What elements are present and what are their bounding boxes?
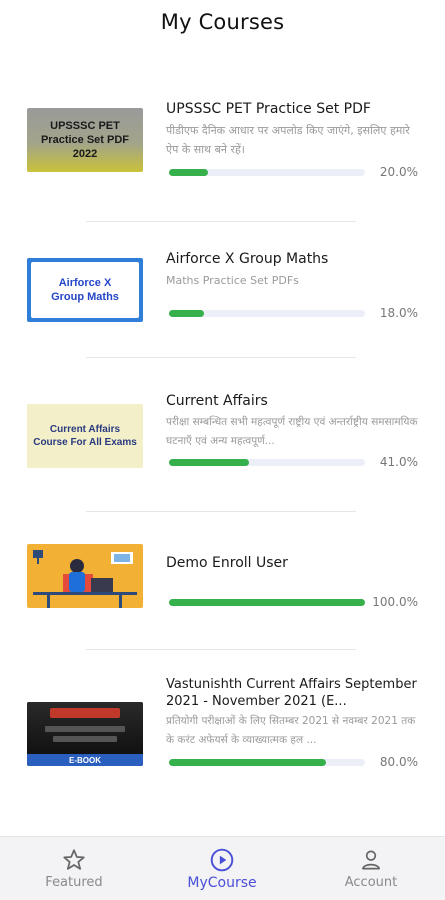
tab-featured[interactable]: Featured (0, 837, 148, 900)
thumbnail-text: Airforce X Group Maths (31, 262, 139, 318)
progress-track (169, 169, 365, 176)
tab-mycourse[interactable]: MyCourse (148, 837, 296, 900)
progress-bar: 20.0% (166, 165, 418, 180)
progress-bar: 41.0% (166, 455, 418, 470)
person-at-desk-illustration (33, 550, 137, 608)
thumbnail-text: UPSSSC PET Practice Set PDF 2022 (40, 120, 130, 160)
bottom-tab-bar: Featured MyCourse Account (0, 836, 445, 900)
star-icon (63, 849, 85, 870)
course-card-demo-enroll[interactable]: Demo Enroll User 100.0% (0, 512, 445, 650)
tab-label: Account (344, 875, 398, 890)
course-title[interactable]: Airforce X Group Maths (166, 250, 418, 269)
course-thumbnail[interactable] (27, 544, 143, 608)
thumbnail-ebook-label: E-BOOK (27, 754, 143, 766)
tab-label: Featured (45, 875, 103, 890)
progress-bar: 80.0% (166, 755, 418, 770)
progress-percent: 18.0% (379, 306, 418, 320)
tab-label: MyCourse (187, 875, 257, 891)
progress-percent: 100.0% (372, 595, 418, 609)
course-card-airforce-maths[interactable]: Airforce X Group Maths Airforce X Group … (0, 222, 445, 358)
course-description: Maths Practice Set PDFs (166, 274, 299, 287)
thumbnail-header (27, 702, 143, 754)
app-header: My Courses (0, 0, 445, 60)
course-title[interactable]: Vastunishth Current Affairs September 20… (166, 676, 418, 710)
play-circle-icon (210, 848, 234, 872)
course-thumbnail[interactable]: Current Affairs Course For All Exams (27, 404, 143, 468)
course-thumbnail[interactable]: UPSSSC PET Practice Set PDF 2022 (27, 108, 143, 172)
progress-fill (169, 169, 209, 176)
page-title: My Courses (160, 10, 285, 34)
course-list[interactable]: UPSSSC PET Practice Set PDF 2022 UPSSSC … (0, 78, 445, 820)
course-description: पीडीएफ दैनिक आधार पर अपलोड किए जाएंगे, इ… (166, 124, 410, 156)
progress-percent: 80.0% (379, 755, 418, 769)
thumbnail-text: Current Affairs Course For All Exams (33, 424, 137, 448)
progress-fill (169, 310, 205, 317)
progress-track (169, 599, 365, 606)
progress-percent: 41.0% (379, 455, 418, 469)
progress-bar: 100.0% (166, 595, 418, 610)
course-card-upsssc-pet[interactable]: UPSSSC PET Practice Set PDF 2022 UPSSSC … (0, 78, 445, 222)
progress-fill (169, 459, 250, 466)
course-card-current-affairs[interactable]: Current Affairs Course For All Exams Cur… (0, 358, 445, 512)
course-description: परीक्षा सम्बन्धित सभी महत्वपूर्ण राष्ट्र… (166, 416, 418, 447)
course-title[interactable]: UPSSSC PET Practice Set PDF (166, 100, 418, 119)
user-icon (362, 850, 380, 870)
progress-track (169, 459, 365, 466)
course-title[interactable]: Current Affairs (166, 392, 418, 411)
progress-track (169, 310, 365, 317)
progress-fill (169, 759, 326, 766)
course-thumbnail[interactable]: E-BOOK (27, 702, 143, 766)
course-description: प्रतियोगी परीक्षाओं के लिए सितम्बर 2021 … (166, 715, 416, 746)
course-title[interactable]: Demo Enroll User (166, 554, 418, 573)
progress-percent: 20.0% (379, 165, 418, 179)
progress-bar: 18.0% (166, 306, 418, 321)
course-card-vastunishth[interactable]: E-BOOK Vastunishth Current Affairs Septe… (0, 650, 445, 820)
progress-fill (169, 599, 365, 606)
course-thumbnail[interactable]: Airforce X Group Maths (27, 258, 143, 322)
progress-track (169, 759, 365, 766)
tab-account[interactable]: Account (297, 837, 445, 900)
